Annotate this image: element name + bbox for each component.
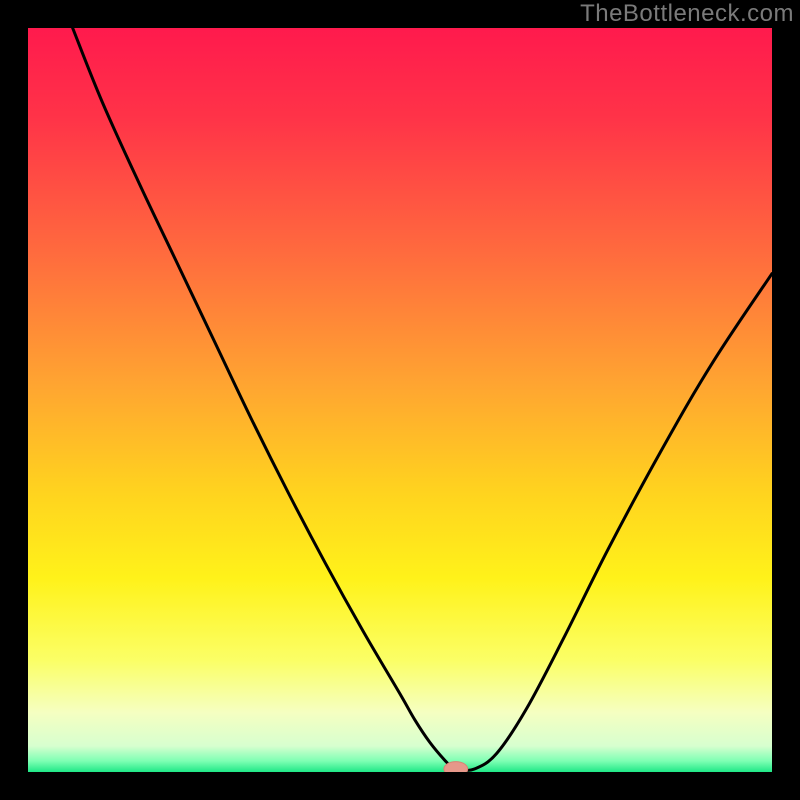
plot-area — [28, 28, 772, 772]
bottleneck-chart — [28, 28, 772, 772]
chart-frame: TheBottleneck.com — [0, 0, 800, 800]
watermark-text: TheBottleneck.com — [580, 0, 794, 28]
gradient-background — [28, 28, 772, 772]
optimum-marker — [444, 762, 468, 772]
